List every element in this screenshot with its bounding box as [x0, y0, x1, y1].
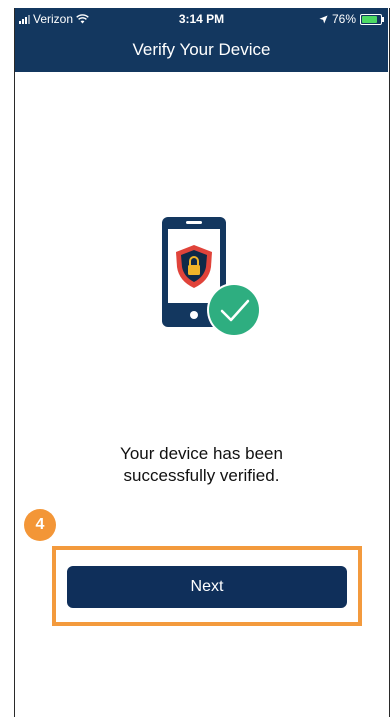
page-title: Verify Your Device: [132, 40, 271, 59]
message-line-1: Your device has been: [120, 444, 283, 463]
next-button[interactable]: Next: [67, 566, 347, 608]
checkmark-icon: [207, 283, 261, 337]
nav-header: Verify Your Device: [15, 30, 388, 72]
battery-percent: 76%: [331, 12, 356, 26]
next-button-label: Next: [190, 578, 224, 595]
device-verified-illustration: [162, 217, 261, 337]
status-bar: Verizon 3:14 PM 76%: [15, 8, 388, 30]
battery-icon: [360, 13, 384, 25]
status-right: 76%: [319, 12, 384, 26]
message-line-2: successfully verified.: [123, 466, 280, 485]
verification-message: Your device has been successfully verifi…: [15, 443, 388, 487]
location-arrow-icon: [319, 14, 328, 24]
step-number-badge: 4: [24, 509, 56, 541]
